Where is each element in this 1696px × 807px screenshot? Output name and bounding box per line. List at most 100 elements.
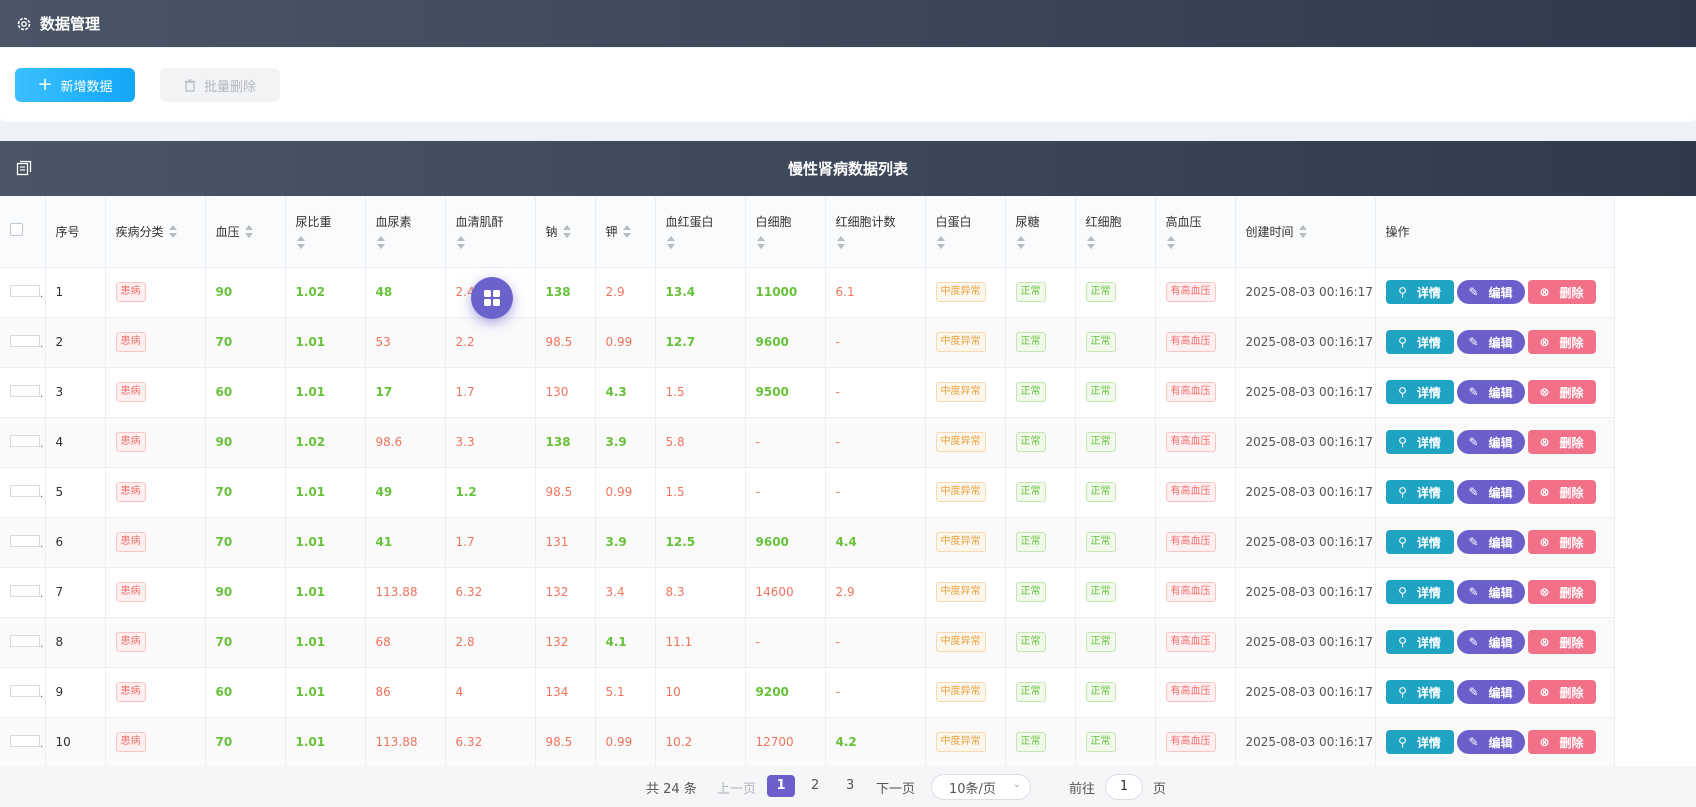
col-header[interactable]: 血压 xyxy=(205,196,286,268)
row-checkbox[interactable] xyxy=(10,634,40,647)
detail-button[interactable]: ⚲ 详情 xyxy=(1385,630,1454,654)
detail-button[interactable]: ⚲ 详情 xyxy=(1385,530,1454,554)
sort-icon[interactable] xyxy=(622,225,632,239)
detail-button[interactable]: ⚲ 详情 xyxy=(1385,330,1454,354)
select-all-checkbox[interactable] xyxy=(10,223,23,237)
edit-button[interactable]: ✎ 编辑 xyxy=(1456,280,1525,304)
detail-button[interactable]: ⚲ 详情 xyxy=(1385,380,1454,404)
edit-button[interactable]: ✎ 编辑 xyxy=(1456,480,1525,504)
prev-page-button[interactable]: 上一页 xyxy=(717,778,756,797)
add-data-button[interactable]: + 新增数据 xyxy=(15,68,135,102)
row-checkbox[interactable] xyxy=(10,384,40,397)
row-select-cell[interactable]: .. xyxy=(0,467,46,518)
edit-button[interactable]: ✎ 编辑 xyxy=(1456,580,1525,604)
col-header[interactable]: 白细胞 xyxy=(745,196,826,268)
col-header[interactable]: 红细胞 xyxy=(1075,196,1156,268)
search-icon: ⚲ xyxy=(1398,435,1407,449)
sort-icon[interactable] xyxy=(666,235,676,250)
cell-rbcc: 2.9 xyxy=(825,567,926,618)
detail-button[interactable]: ⚲ 详情 xyxy=(1385,730,1454,754)
floating-menu-button[interactable] xyxy=(471,277,513,319)
col-header[interactable]: 高血压 xyxy=(1155,196,1236,268)
row-checkbox[interactable] xyxy=(10,434,40,447)
delete-button[interactable]: ⊗ 删除 xyxy=(1527,680,1596,704)
delete-button[interactable]: ⊗ 删除 xyxy=(1527,330,1596,354)
detail-button[interactable]: ⚲ 详情 xyxy=(1385,680,1454,704)
row-checkbox[interactable] xyxy=(10,334,40,347)
edit-button[interactable]: ✎ 编辑 xyxy=(1456,730,1525,754)
table-row: ..6患病701.01411.71313.912.596004.4中度异常正常正… xyxy=(0,517,1615,568)
detail-button[interactable]: ⚲ 详情 xyxy=(1385,480,1454,504)
edit-button[interactable]: ✎ 编辑 xyxy=(1456,680,1525,704)
col-header[interactable]: 钾 xyxy=(595,196,656,268)
detail-button[interactable]: ⚲ 详情 xyxy=(1385,580,1454,604)
row-checkbox[interactable] xyxy=(10,734,40,747)
cell-bp: 90 xyxy=(205,267,286,318)
delete-button[interactable]: ⊗ 删除 xyxy=(1527,280,1596,304)
edit-button[interactable]: ✎ 编辑 xyxy=(1456,530,1525,554)
delete-button[interactable]: ⊗ 删除 xyxy=(1527,580,1596,604)
delete-button[interactable]: ⊗ 删除 xyxy=(1527,430,1596,454)
goto-page-input[interactable]: 1 xyxy=(1105,774,1143,800)
sort-icon[interactable] xyxy=(936,235,946,250)
page-button-1[interactable]: 1 xyxy=(767,775,795,797)
col-header[interactable]: 疾病分类 xyxy=(105,196,206,268)
page-button-2[interactable]: 2 xyxy=(811,778,819,793)
row-checkbox[interactable] xyxy=(10,284,40,297)
edit-button[interactable]: ✎ 编辑 xyxy=(1456,430,1525,454)
page-size-select[interactable]: 10条/页 ⌄ xyxy=(931,774,1031,800)
row-select-cell[interactable]: .. xyxy=(0,317,46,368)
col-header[interactable]: 血红蛋白 xyxy=(655,196,746,268)
page-button-3[interactable]: 3 xyxy=(846,778,854,793)
edit-button[interactable]: ✎ 编辑 xyxy=(1456,630,1525,654)
row-select-cell[interactable]: .. xyxy=(0,367,46,418)
sort-icon[interactable] xyxy=(244,225,254,239)
select-all-checkbox-cell[interactable] xyxy=(0,196,46,268)
sort-icon[interactable] xyxy=(562,225,572,239)
col-header[interactable]: 白蛋白 xyxy=(925,196,1006,268)
row-checkbox[interactable] xyxy=(10,584,40,597)
sort-icon[interactable] xyxy=(836,235,846,250)
row-select-cell[interactable]: .. xyxy=(0,567,46,618)
col-header[interactable]: 钠 xyxy=(535,196,596,268)
delete-button[interactable]: ⊗ 删除 xyxy=(1527,380,1596,404)
detail-button[interactable]: ⚲ 详情 xyxy=(1385,280,1454,304)
col-header[interactable]: 尿比重 xyxy=(285,196,366,268)
delete-button[interactable]: ⊗ 删除 xyxy=(1527,630,1596,654)
cell-sc: 1.2 xyxy=(445,467,536,518)
cell-bp: 70 xyxy=(205,467,286,518)
col-header[interactable]: 红细胞计数 xyxy=(825,196,926,268)
next-page-button[interactable]: 下一页 xyxy=(876,778,915,797)
edit-button[interactable]: ✎ 编辑 xyxy=(1456,330,1525,354)
row-select-cell[interactable]: .. xyxy=(0,267,46,318)
row-checkbox[interactable] xyxy=(10,484,40,497)
delete-button[interactable]: ⊗ 删除 xyxy=(1527,530,1596,554)
col-header[interactable]: 血尿素 xyxy=(365,196,446,268)
row-checkbox[interactable] xyxy=(10,684,40,697)
row-select-cell[interactable]: .. xyxy=(0,717,46,768)
detail-button[interactable]: ⚲ 详情 xyxy=(1385,430,1454,454)
row-select-cell[interactable]: .. xyxy=(0,417,46,468)
sort-icon[interactable] xyxy=(1086,235,1096,250)
sort-icon[interactable] xyxy=(168,225,178,239)
sort-icon[interactable] xyxy=(376,235,386,250)
sort-icon[interactable] xyxy=(756,235,766,250)
row-select-cell[interactable]: .. xyxy=(0,517,46,568)
col-header[interactable]: 创建时间 xyxy=(1235,196,1376,268)
row-select-cell[interactable]: .. xyxy=(0,617,46,668)
edit-button[interactable]: ✎ 编辑 xyxy=(1456,380,1525,404)
row-checkbox[interactable] xyxy=(10,534,40,547)
sort-icon[interactable] xyxy=(456,235,466,250)
col-header[interactable]: 尿糖 xyxy=(1005,196,1076,268)
delete-button[interactable]: ⊗ 删除 xyxy=(1527,730,1596,754)
sort-icon[interactable] xyxy=(1166,235,1176,250)
batch-delete-button[interactable]: 批量删除 xyxy=(160,68,280,102)
sort-icon[interactable] xyxy=(1016,235,1026,250)
sort-icon[interactable] xyxy=(1298,225,1308,239)
cell-bp: 90 xyxy=(205,417,286,468)
row-select-cell[interactable]: .. xyxy=(0,667,46,718)
col-header[interactable]: 血清肌酐 xyxy=(445,196,536,268)
sort-icon[interactable] xyxy=(296,235,306,250)
delete-button[interactable]: ⊗ 删除 xyxy=(1527,480,1596,504)
close-circle-icon: ⊗ xyxy=(1539,335,1550,349)
